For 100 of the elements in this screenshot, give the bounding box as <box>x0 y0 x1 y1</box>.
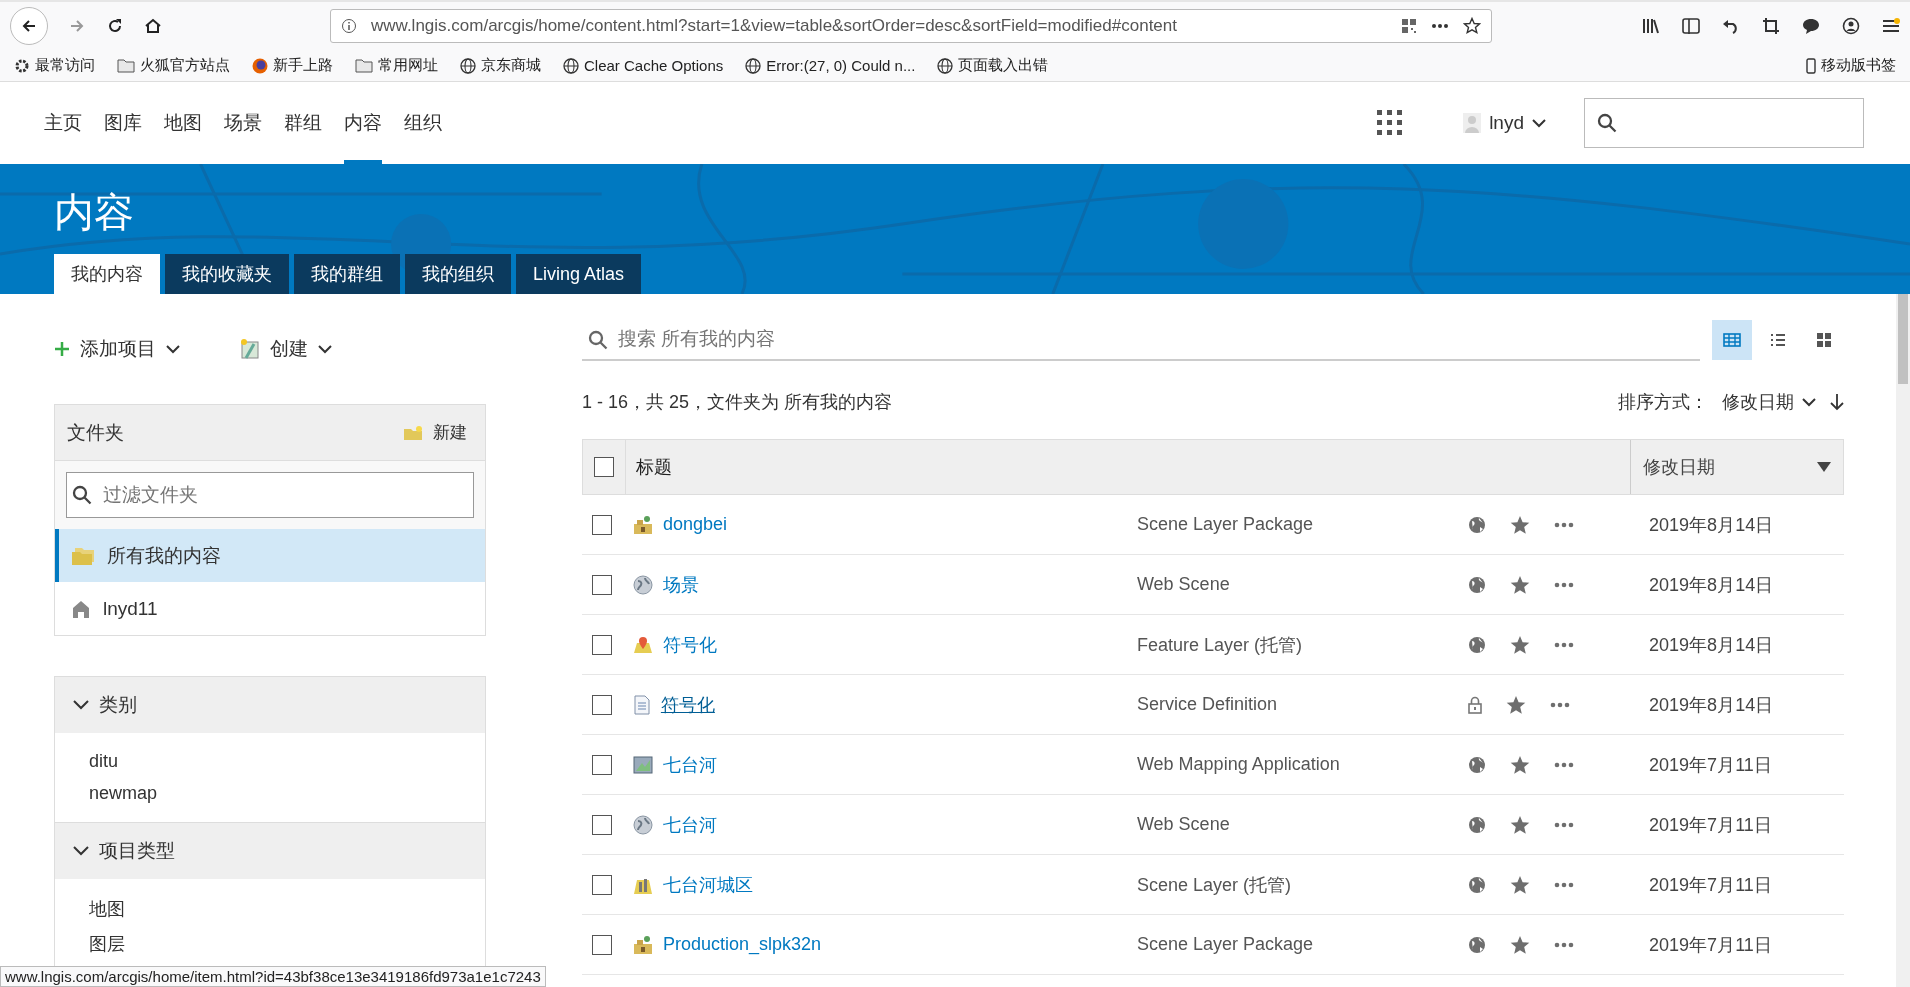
bookmark-link[interactable]: 京东商城 <box>481 56 541 75</box>
filter-link[interactable]: 图层 <box>89 932 451 956</box>
nav-link[interactable]: 群组 <box>284 82 322 164</box>
content-tab[interactable]: 我的收藏夹 <box>165 254 289 294</box>
create-button[interactable]: 创建 <box>240 336 332 362</box>
item-title-link[interactable]: 符号化 <box>660 692 715 717</box>
browser-logo-icon <box>252 57 268 74</box>
sidebar-icon[interactable] <box>1682 18 1700 34</box>
modified-date: 2019年7月11日 <box>1648 933 1773 957</box>
caret-icon <box>1802 397 1816 407</box>
folder-item[interactable]: 所有我的内容 <box>55 529 485 582</box>
folder-icon <box>403 424 423 441</box>
more-options-icon[interactable] <box>1549 701 1570 708</box>
undo-icon[interactable] <box>1722 18 1740 34</box>
app-launcher-icon[interactable] <box>1377 110 1404 136</box>
bookmark-link[interactable]: Error:(27, 0) Could n... <box>766 57 916 74</box>
item-title-link[interactable]: 七台河 <box>662 812 717 837</box>
more-icon[interactable] <box>1431 23 1449 29</box>
library-icon[interactable] <box>1642 18 1660 34</box>
nav-link[interactable]: 图库 <box>104 82 142 164</box>
crop-icon[interactable] <box>1762 17 1780 35</box>
account-icon[interactable] <box>1842 17 1860 35</box>
menu-icon[interactable] <box>1882 18 1900 34</box>
favorite-star-icon[interactable] <box>1505 694 1526 715</box>
row-checkbox[interactable] <box>592 934 613 955</box>
bookmark-link[interactable]: 最常访问 <box>35 56 95 75</box>
content-tab[interactable]: 我的组织 <box>405 254 511 294</box>
home-icon[interactable] <box>144 17 162 35</box>
select-all-checkbox[interactable] <box>594 457 614 477</box>
row-checkbox[interactable] <box>592 514 613 535</box>
nav-link[interactable]: 场景 <box>224 82 262 164</box>
user-menu[interactable]: lnyd <box>1457 111 1552 135</box>
bookmark-link[interactable]: 新手上路 <box>273 56 333 75</box>
row-checkbox[interactable] <box>592 814 613 835</box>
filter-link[interactable]: 地图 <box>89 897 451 921</box>
item-title-link[interactable]: 场景 <box>662 572 699 597</box>
item-title-link[interactable]: 七台河城区 <box>662 872 753 897</box>
bookmark-link[interactable]: 常用网址 <box>378 56 438 75</box>
favorite-star-icon[interactable] <box>1509 634 1530 655</box>
nav-link[interactable]: 主页 <box>44 82 82 164</box>
table-view-button[interactable] <box>1712 320 1752 360</box>
search-field[interactable]: 搜索 所有我的内容 <box>582 319 1700 361</box>
new-folder-button[interactable]: 新建 <box>397 420 473 445</box>
more-options-icon[interactable] <box>1553 521 1574 528</box>
qr-code-icon[interactable] <box>1401 18 1417 34</box>
address-bar[interactable]: www.lngis.com/arcgis/home/content.html?start=1&view=table&sortOrder=desc&sortField=modified#content <box>330 9 1492 43</box>
nav-link[interactable]: 地图 <box>164 82 202 164</box>
back-button[interactable] <box>10 7 48 45</box>
item-title-link[interactable]: 符号化 <box>662 632 717 657</box>
folder-icon <box>355 58 373 73</box>
star-icon[interactable] <box>1463 17 1481 35</box>
more-options-icon[interactable] <box>1553 581 1574 588</box>
reload-icon[interactable] <box>106 17 124 35</box>
more-options-icon[interactable] <box>1553 641 1574 648</box>
row-checkbox[interactable] <box>592 574 613 595</box>
item-title-link[interactable]: Production_slpk32n <box>662 934 821 955</box>
row-checkbox[interactable] <box>592 694 613 715</box>
modified-date: 2019年7月11日 <box>1648 873 1773 897</box>
filter-link[interactable]: newmap <box>89 783 451 804</box>
favorite-star-icon[interactable] <box>1509 514 1530 535</box>
favorite-star-icon[interactable] <box>1509 934 1530 955</box>
modified-date: 2019年8月14日 <box>1648 693 1775 717</box>
sort-triangle-icon <box>1817 462 1831 472</box>
scrollbar-thumb[interactable] <box>1898 294 1908 384</box>
row-checkbox[interactable] <box>592 874 613 895</box>
bookmark-link[interactable]: 页面载入出错 <box>958 56 1049 75</box>
more-options-icon[interactable] <box>1553 821 1574 828</box>
content-tab[interactable]: 我的内容 <box>54 254 160 294</box>
row-checkbox[interactable] <box>592 754 613 775</box>
bookmark-link[interactable]: 移动版书签 <box>1821 56 1896 75</box>
content-tab[interactable]: 我的群组 <box>294 254 400 294</box>
folder-item[interactable]: lnyd11 <box>55 582 485 635</box>
sort-dropdown[interactable]: 修改日期 <box>1722 390 1816 414</box>
filter-field[interactable]: 过滤文件夹 <box>66 472 474 518</box>
search-icon <box>588 330 608 350</box>
more-options-icon[interactable] <box>1553 881 1574 888</box>
bookmark-link[interactable]: Clear Cache Options <box>584 57 724 74</box>
section-header[interactable]: 项目类型 <box>55 823 485 879</box>
item-title-link[interactable]: 七台河 <box>662 752 717 777</box>
more-options-icon[interactable] <box>1553 941 1574 948</box>
add-item-button[interactable]: 添加项目 <box>54 336 180 362</box>
nav-link[interactable]: 组织 <box>404 82 442 164</box>
content-tab[interactable]: Living Atlas <box>516 254 642 294</box>
favorite-star-icon[interactable] <box>1509 874 1530 895</box>
search-field[interactable] <box>1584 98 1864 148</box>
column-header[interactable]: 标题 <box>625 440 1631 494</box>
folders-icon <box>71 545 95 566</box>
filter-link[interactable]: ditu <box>89 751 451 772</box>
favorite-star-icon[interactable] <box>1509 574 1530 595</box>
section-header[interactable]: 类别 <box>55 677 485 733</box>
favorite-star-icon[interactable] <box>1509 814 1530 835</box>
package-icon <box>632 514 653 535</box>
item-title-link[interactable]: dongbei <box>662 514 727 535</box>
favorite-star-icon[interactable] <box>1509 754 1530 775</box>
column-header[interactable]: 修改日期 <box>1631 440 1843 494</box>
more-options-icon[interactable] <box>1553 761 1574 768</box>
bookmark-link[interactable]: 火狐官方站点 <box>140 56 230 75</box>
chat-icon[interactable] <box>1802 18 1820 34</box>
row-checkbox[interactable] <box>592 634 613 655</box>
sort-direction-icon[interactable] <box>1830 393 1844 411</box>
